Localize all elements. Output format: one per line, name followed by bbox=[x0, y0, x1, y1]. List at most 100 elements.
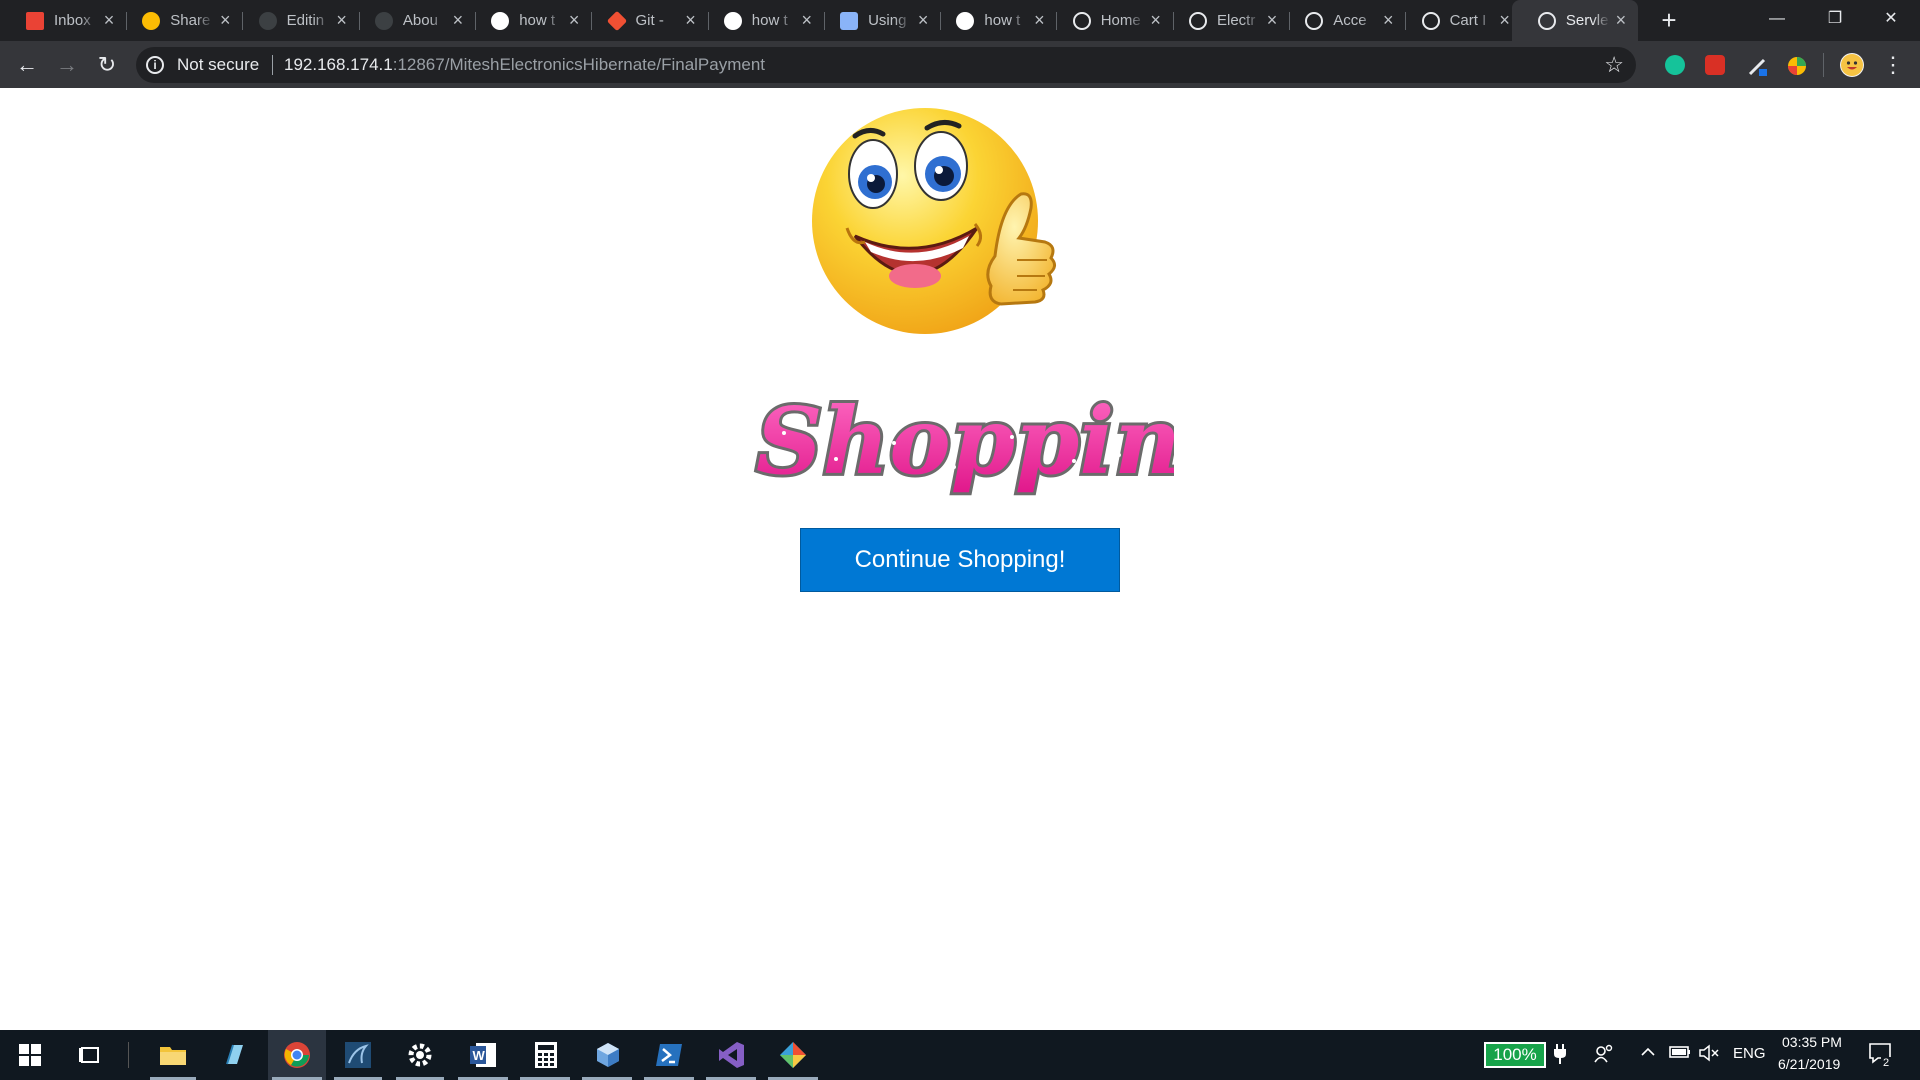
browser-tab[interactable]: Home × bbox=[1047, 0, 1174, 41]
page-content: Shopping! Continue Shopping! bbox=[0, 88, 1920, 1030]
calculator-icon[interactable] bbox=[530, 1039, 562, 1071]
gmail-icon bbox=[26, 12, 44, 30]
settings-icon[interactable] bbox=[404, 1039, 436, 1071]
start-icon[interactable] bbox=[14, 1039, 46, 1071]
battery-percentage-badge[interactable]: 100% bbox=[1484, 1042, 1546, 1068]
tab-label: Abou bbox=[402, 12, 438, 29]
box-icon bbox=[840, 12, 859, 30]
volume-muted-icon[interactable] bbox=[1699, 1044, 1721, 1067]
word-icon[interactable]: W bbox=[467, 1039, 499, 1071]
tab-label: Inbox bbox=[54, 12, 91, 29]
continue-shopping-button[interactable]: Continue Shopping! bbox=[800, 528, 1120, 592]
minimize-button[interactable]: — bbox=[1748, 0, 1806, 38]
box-icon[interactable] bbox=[592, 1039, 624, 1071]
browser-toolbar: ← → ↻ i Not secure 192.168.174.1:12867/M… bbox=[0, 41, 1920, 88]
close-tab-icon[interactable]: × bbox=[449, 9, 467, 31]
notepad-icon[interactable] bbox=[218, 1039, 250, 1071]
close-tab-icon[interactable]: × bbox=[565, 9, 583, 31]
close-tab-icon[interactable]: × bbox=[1379, 9, 1397, 31]
clock-time[interactable]: 03:35 PM bbox=[1782, 1034, 1842, 1050]
globe-icon bbox=[1189, 12, 1207, 30]
browser-tab[interactable]: how t × bbox=[465, 0, 593, 41]
browser-tab[interactable]: how t × bbox=[698, 0, 825, 41]
tab-label: Servle bbox=[1565, 12, 1609, 29]
battery-icon[interactable] bbox=[1669, 1044, 1691, 1065]
toolbar-separator bbox=[1823, 53, 1824, 77]
close-tab-icon[interactable]: × bbox=[798, 9, 816, 31]
people-icon[interactable] bbox=[1594, 1044, 1614, 1069]
bookmark-star-icon[interactable]: ☆ bbox=[1604, 52, 1624, 78]
clock-date[interactable]: 6/21/2019 bbox=[1778, 1056, 1840, 1072]
color-picker-extension-icon[interactable] bbox=[1786, 55, 1806, 75]
browser-tab[interactable]: Cart I × bbox=[1396, 0, 1512, 41]
google-icon bbox=[723, 12, 742, 30]
browser-tab[interactable]: how t × bbox=[930, 0, 1058, 41]
omnibox-divider bbox=[272, 55, 273, 75]
close-tab-icon[interactable]: × bbox=[1612, 9, 1630, 31]
address-bar[interactable]: i Not secure 192.168.174.1:12867/MiteshE… bbox=[136, 47, 1636, 83]
browser-tab[interactable]: Inbox × bbox=[0, 0, 127, 41]
forward-arrow-icon[interactable]: → bbox=[52, 50, 82, 80]
close-tab-icon[interactable]: × bbox=[216, 9, 234, 31]
browser-tab[interactable]: Editin × bbox=[233, 0, 360, 41]
browser-tab[interactable]: Acce × bbox=[1279, 0, 1407, 41]
globe-icon bbox=[1072, 12, 1091, 30]
notification-count-badge: 2 bbox=[1881, 1057, 1892, 1069]
chrome-menu-icon[interactable]: ⋮ bbox=[1882, 50, 1904, 80]
mysql-workbench-icon[interactable] bbox=[342, 1039, 374, 1071]
profile-avatar[interactable] bbox=[1840, 53, 1864, 77]
bookmark-extension-icon[interactable] bbox=[1705, 55, 1725, 75]
tab-label: Acce bbox=[1333, 12, 1367, 29]
globe-icon bbox=[1421, 12, 1440, 30]
close-tab-icon[interactable]: × bbox=[1263, 9, 1281, 31]
task-view-icon[interactable] bbox=[74, 1039, 106, 1071]
tab-label: Cart I bbox=[1449, 12, 1487, 29]
chrome-icon[interactable] bbox=[281, 1039, 313, 1071]
browser-tab[interactable]: Git - × bbox=[582, 0, 709, 41]
tab-label: Git - bbox=[635, 12, 664, 29]
close-tab-icon[interactable]: × bbox=[682, 9, 700, 31]
google-drive-icon bbox=[142, 12, 161, 30]
input-language[interactable]: ENG bbox=[1733, 1045, 1766, 1062]
file-explorer-icon[interactable] bbox=[157, 1039, 189, 1071]
new-tab-button[interactable]: + bbox=[1655, 6, 1683, 34]
info-icon[interactable]: i bbox=[146, 56, 164, 74]
close-tab-icon[interactable]: × bbox=[914, 9, 932, 31]
git-icon[interactable] bbox=[777, 1039, 809, 1071]
google-icon bbox=[491, 12, 510, 30]
google-icon bbox=[956, 12, 975, 30]
browser-tab[interactable]: Share × bbox=[116, 0, 244, 41]
close-tab-icon[interactable]: × bbox=[100, 9, 118, 31]
taskbar-divider bbox=[128, 1042, 129, 1068]
close-window-button[interactable]: ✕ bbox=[1862, 0, 1920, 38]
shopping-glitter-logo: Shopping! bbox=[753, 384, 1174, 498]
close-tab-icon[interactable]: × bbox=[333, 9, 351, 31]
close-tab-icon[interactable]: × bbox=[1147, 9, 1165, 31]
github-icon bbox=[258, 12, 277, 30]
browser-tab[interactable]: Servle × bbox=[1511, 0, 1639, 41]
tab-label: how t bbox=[519, 12, 556, 29]
close-tab-icon[interactable]: × bbox=[1496, 9, 1514, 31]
powershell-icon[interactable] bbox=[653, 1039, 685, 1071]
power-plug-icon[interactable] bbox=[1553, 1044, 1567, 1069]
reload-icon[interactable]: ↻ bbox=[92, 50, 122, 80]
browser-tab[interactable]: Using × bbox=[814, 0, 942, 41]
grammarly-extension-icon[interactable] bbox=[1665, 55, 1685, 75]
restore-button[interactable]: ❐ bbox=[1806, 0, 1864, 38]
chevron-up-icon[interactable] bbox=[1640, 1044, 1656, 1065]
tab-label: how t bbox=[751, 12, 788, 29]
globe-icon bbox=[1537, 12, 1556, 30]
back-arrow-icon[interactable]: ← bbox=[12, 50, 42, 80]
security-label[interactable]: Not secure bbox=[177, 55, 259, 75]
tab-label: Share bbox=[170, 12, 211, 29]
close-tab-icon[interactable]: × bbox=[1030, 9, 1048, 31]
tab-label: how t bbox=[984, 12, 1021, 29]
pen-extension-icon[interactable] bbox=[1747, 55, 1767, 76]
browser-tab[interactable]: Electr × bbox=[1163, 0, 1290, 41]
url-text[interactable]: 192.168.174.1:12867/MiteshElectronicsHib… bbox=[284, 55, 765, 75]
svg-text:Shopping!: Shopping! bbox=[756, 387, 1174, 495]
tab-label: Electr bbox=[1217, 12, 1256, 29]
tab-label: Home bbox=[1100, 12, 1141, 29]
browser-tab[interactable]: Abou × bbox=[349, 0, 476, 41]
visual-studio-icon[interactable] bbox=[715, 1039, 747, 1071]
